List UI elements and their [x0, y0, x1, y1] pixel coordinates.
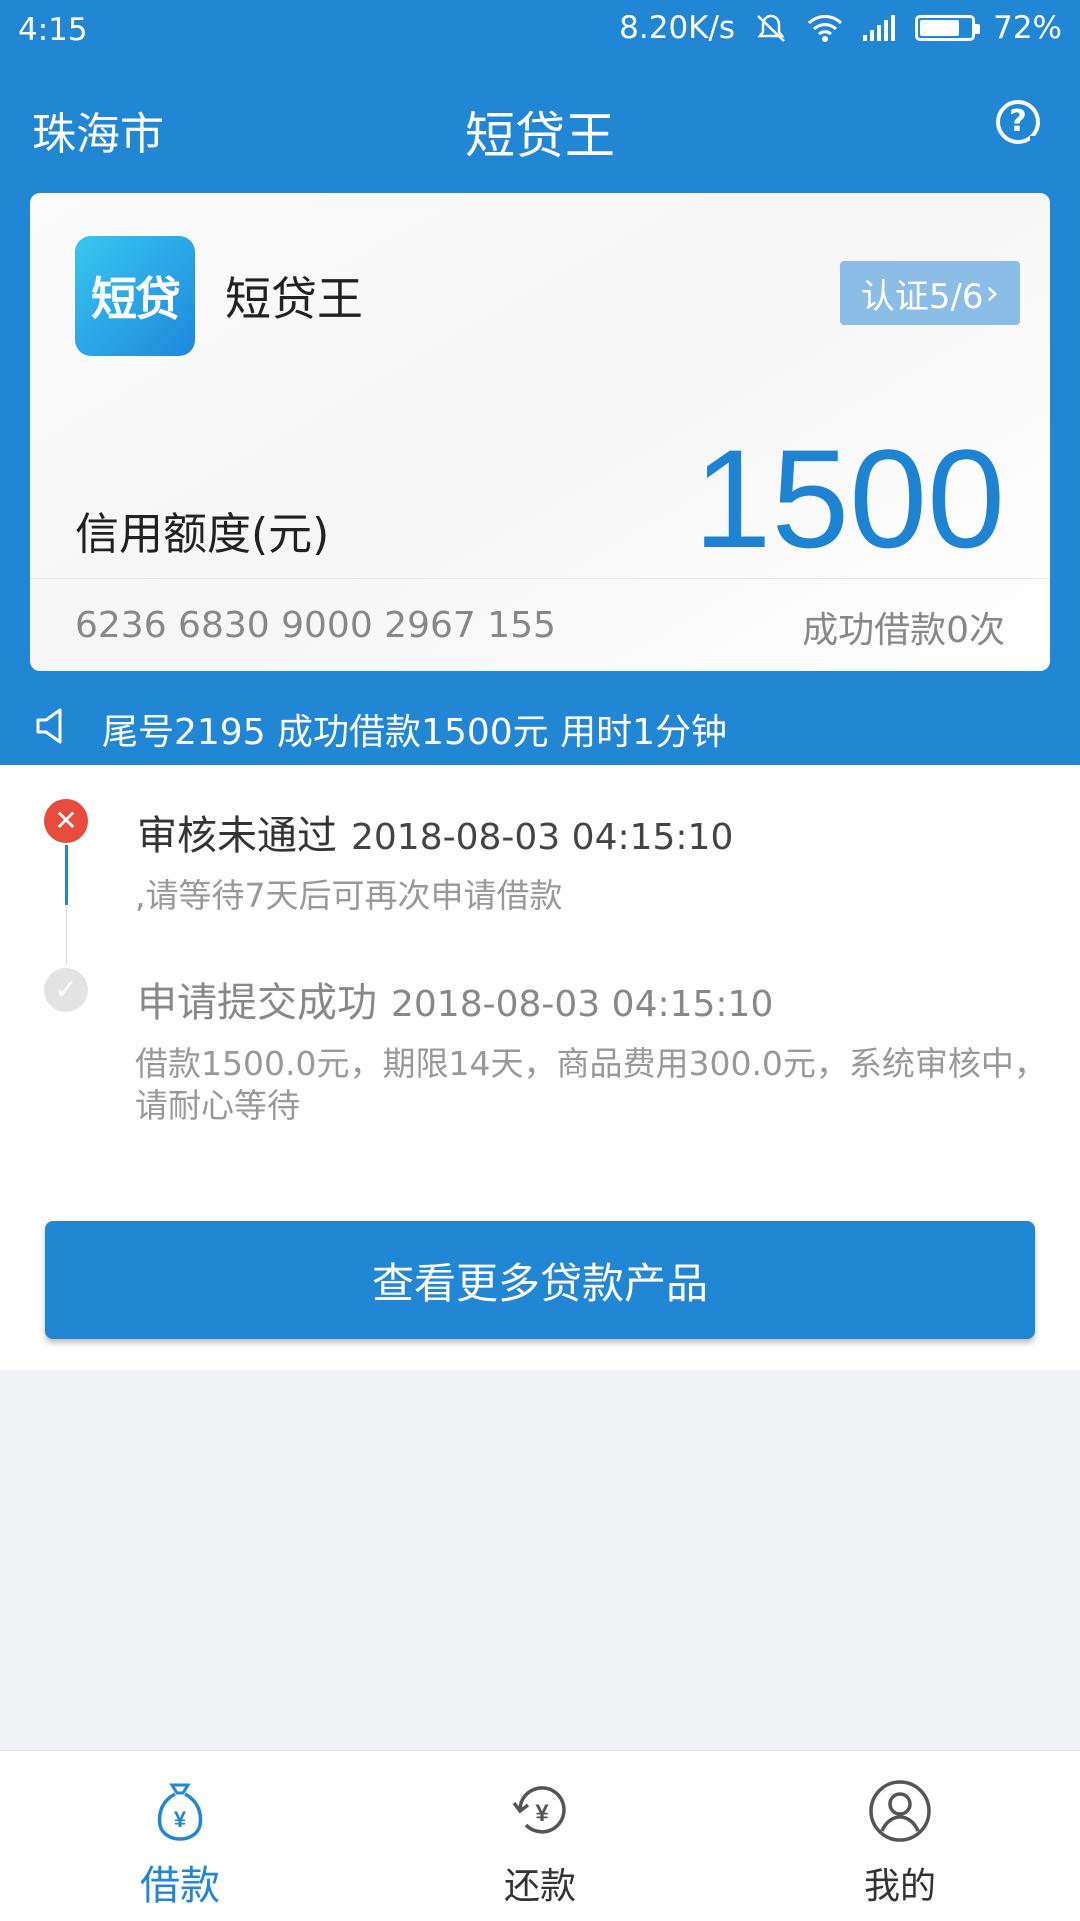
nav-label: 借款 — [140, 1863, 220, 1909]
nav-item-borrow[interactable]: ¥ 借款 — [0, 1751, 360, 1921]
timeline-title: 审核未通过 2018-08-03 04:15:10 — [137, 803, 733, 861]
check-icon: ✓ — [44, 968, 88, 1012]
app-logo: 短贷 — [75, 236, 195, 356]
success-count: 成功借款0次 — [802, 610, 1005, 651]
credit-card: 短贷 短贷王 认证5/6 › 信用额度(元) 1500 6236 6830 90… — [30, 193, 1050, 671]
repay-icon: ¥ — [508, 1779, 572, 1843]
help-icon[interactable]: ? — [996, 100, 1044, 146]
bottom-nav: ¥ 借款 ¥ 还款 我的 — [0, 1750, 1080, 1921]
timeline-connector — [66, 905, 67, 965]
timeline-time: 2018-08-03 04:15:10 — [351, 817, 734, 858]
limit-value: 1500 — [693, 420, 1005, 577]
page-title: 短贷王 — [465, 107, 615, 165]
app-header: 珠海市 短贷王 ? — [0, 62, 1080, 192]
svg-text:¥: ¥ — [535, 1800, 549, 1827]
status-right: 8.20K/s 72% — [619, 10, 1062, 46]
nav-item-mine[interactable]: 我的 — [720, 1751, 1080, 1921]
nav-item-repay[interactable]: ¥ 还款 — [360, 1751, 720, 1921]
timeline-time: 2018-08-03 04:15:10 — [391, 984, 774, 1025]
more-loans-button[interactable]: 查看更多贷款产品 — [45, 1221, 1035, 1339]
signal-icon — [861, 13, 897, 43]
notice-text: 尾号2195 成功借款1500元 用时1分钟 — [102, 712, 728, 753]
status-time: 4:15 — [18, 12, 88, 48]
limit-label: 信用额度(元) — [75, 509, 330, 560]
verify-button[interactable]: 认证5/6 › — [840, 261, 1020, 325]
network-speed: 8.20K/s — [619, 10, 736, 46]
wifi-icon — [807, 13, 843, 43]
chevron-right-icon: › — [985, 273, 1000, 313]
timeline-connector — [65, 845, 68, 905]
card-number: 6236 6830 9000 2967 155 — [75, 605, 556, 646]
speaker-icon — [32, 704, 76, 748]
timeline-status: 申请提交成功 — [137, 980, 377, 1026]
battery-icon — [915, 15, 981, 41]
nav-label: 我的 — [863, 1866, 936, 1907]
timeline-title: 申请提交成功 2018-08-03 04:15:10 — [137, 970, 773, 1028]
svg-text:¥: ¥ — [174, 1807, 187, 1832]
money-bag-icon: ¥ — [148, 1779, 212, 1843]
card-divider — [30, 578, 1050, 579]
notice-bar: 尾号2195 成功借款1500元 用时1分钟 — [0, 688, 1080, 764]
timeline-desc: ,请等待7天后可再次申请借款 — [135, 876, 563, 915]
verify-label: 认证5/6 — [860, 276, 984, 317]
timeline-desc: 借款1500.0元，期限14天，商品费用300.0元，系统审核中，请耐心等待 — [135, 1044, 1047, 1125]
battery-percent: 72% — [993, 10, 1062, 46]
profile-icon — [868, 1779, 932, 1843]
status-bar: 4:15 8.20K/s 72% — [0, 0, 1080, 62]
timeline-status: 审核未通过 — [137, 813, 337, 859]
nav-label: 还款 — [503, 1866, 576, 1907]
product-name: 短贷王 — [225, 272, 363, 326]
mute-bell-icon — [753, 13, 789, 43]
close-icon: ✕ — [44, 799, 88, 843]
